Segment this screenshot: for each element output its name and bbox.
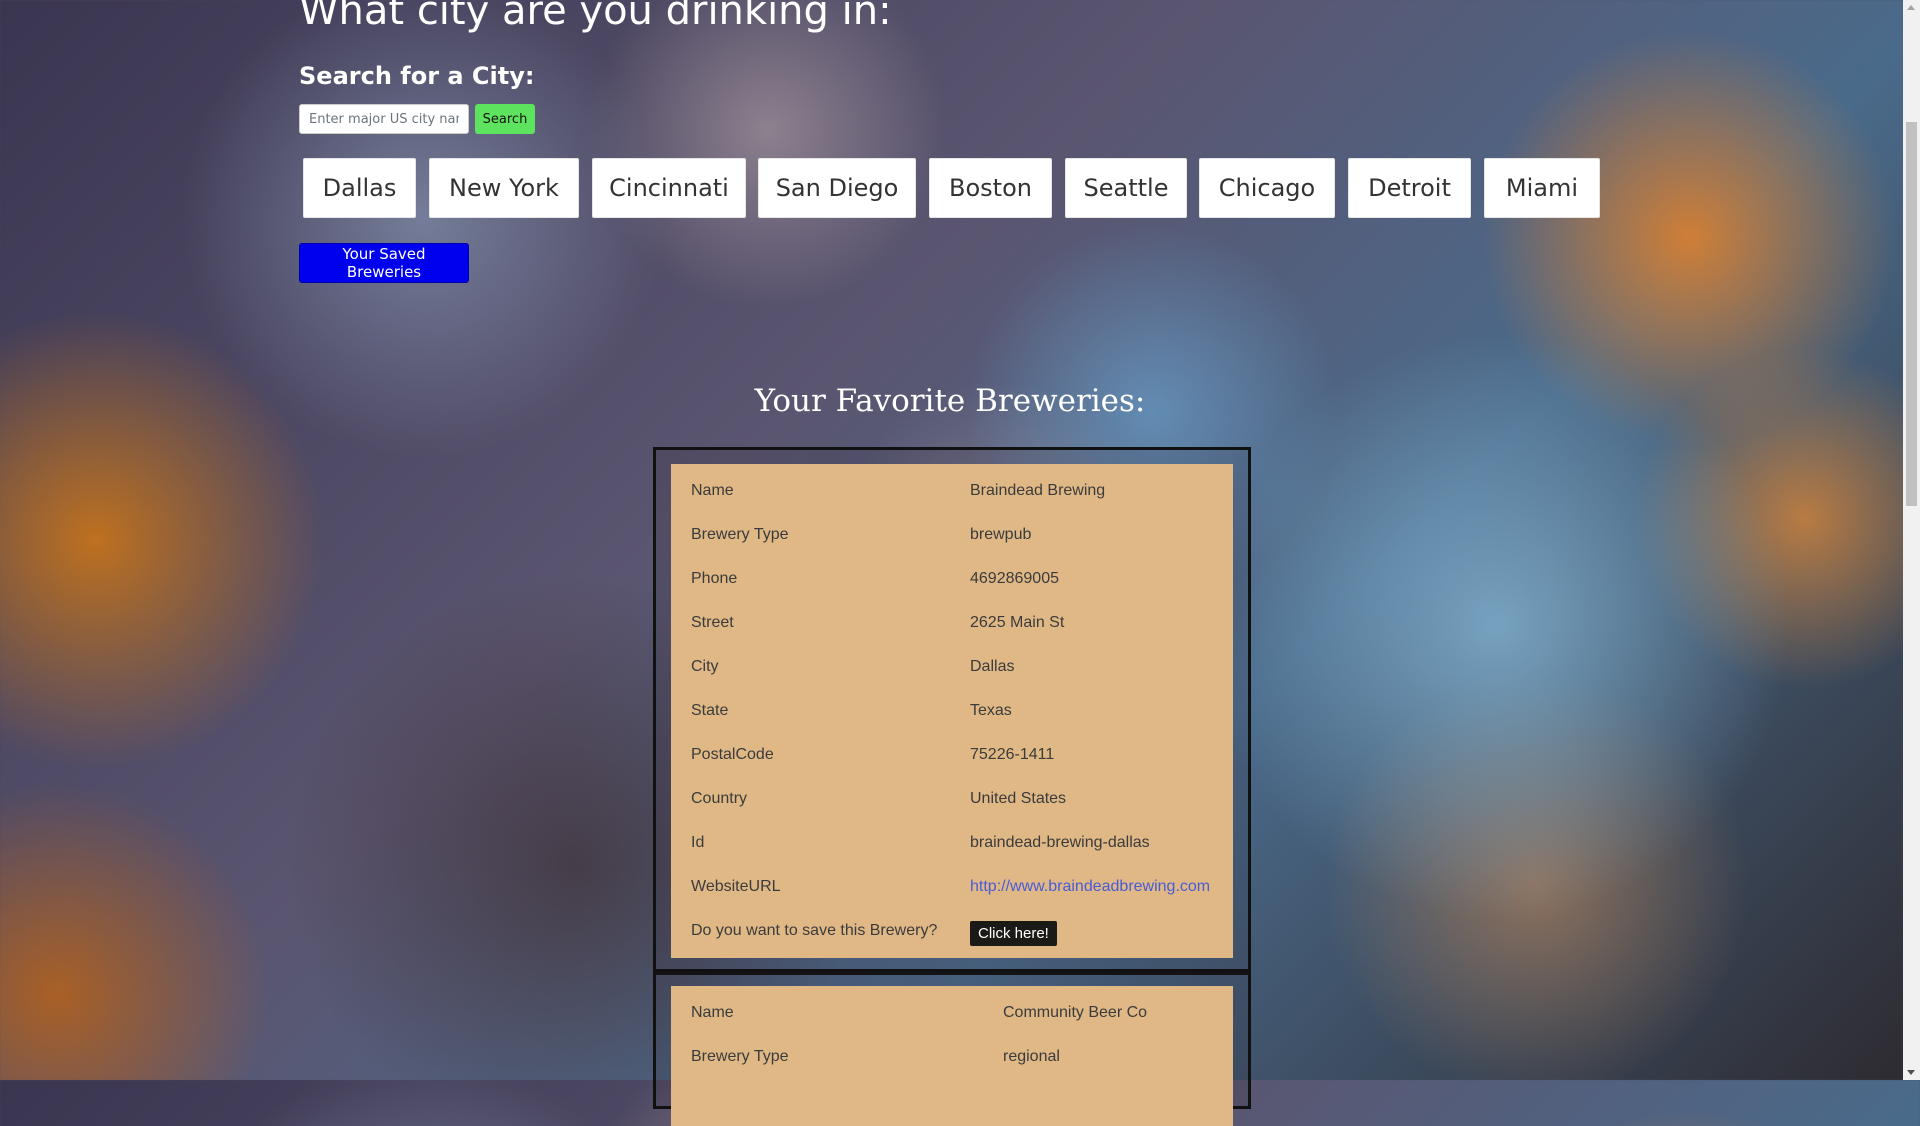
field-label: PostalCode	[691, 746, 774, 763]
brewery-postal: 75226-1411	[970, 746, 1055, 763]
save-prompt: Do you want to save this Brewery?	[691, 922, 938, 939]
brewery-row-website: WebsiteURL http://www.braindeadbrewing.c…	[691, 865, 1213, 909]
brewery-row-name: Name Community Beer Co	[691, 991, 1213, 1035]
brewery-type: regional	[1003, 1048, 1060, 1065]
brewery-row-save: Do you want to save this Brewery? Click …	[691, 909, 1213, 953]
field-label: Brewery Type	[691, 1048, 789, 1065]
brewery-id: braindead-brewing-dallas	[970, 834, 1150, 851]
brewery-type: brewpub	[970, 526, 1032, 543]
search-button[interactable]: Search	[475, 104, 535, 134]
field-label: Street	[691, 614, 734, 631]
brewery-row-id: Id braindead-brewing-dallas	[691, 821, 1213, 865]
brewery-state: Texas	[970, 702, 1012, 719]
brewery-row-type: Brewery Type brewpub	[691, 513, 1213, 557]
brewery-row-phone: Phone 4692869005	[691, 557, 1213, 601]
city-button-dallas[interactable]: Dallas	[303, 158, 416, 218]
brewery-country: United States	[970, 790, 1067, 807]
field-label: State	[691, 702, 729, 719]
search-label: Search for a City:	[299, 62, 535, 90]
brewery-row-postal: PostalCode 75226-1411	[691, 733, 1213, 777]
brewery-row-name: Name Braindead Brewing	[691, 469, 1213, 513]
field-label: Id	[691, 834, 705, 851]
brewery-row-type: Brewery Type regional	[691, 1035, 1213, 1079]
save-brewery-button[interactable]: Click here!	[970, 920, 1057, 946]
search-input[interactable]	[299, 104, 469, 134]
field-label: Name	[691, 1004, 734, 1021]
brewery-phone: 4692869005	[970, 570, 1059, 587]
brewery-card: Name Community Beer Co Brewery Type regi…	[653, 969, 1251, 1126]
brewery-website-link[interactable]: http://www.braindeadbrewing.com	[970, 878, 1210, 895]
field-label: Name	[691, 482, 734, 499]
brewery-row-city: City Dallas	[691, 645, 1213, 689]
city-button-chicago[interactable]: Chicago	[1199, 158, 1335, 218]
favorites-heading: Your Favorite Breweries:	[754, 383, 1146, 419]
brewery-details: Name Community Beer Co Brewery Type regi…	[671, 986, 1233, 1126]
city-button-san-diego[interactable]: San Diego	[758, 158, 916, 218]
city-button-boston[interactable]: Boston	[929, 158, 1052, 218]
scrollbar-thumb[interactable]	[1906, 122, 1917, 506]
brewery-name: Braindead Brewing	[970, 482, 1106, 499]
brewery-details: Name Braindead Brewing Brewery Type brew…	[671, 464, 1233, 958]
city-button-miami[interactable]: Miami	[1484, 158, 1600, 218]
brewery-row-state: State Texas	[691, 689, 1213, 733]
brewery-card: Name Braindead Brewing Brewery Type brew…	[653, 447, 1251, 975]
city-button-seattle[interactable]: Seattle	[1065, 158, 1187, 218]
field-label: Brewery Type	[691, 526, 789, 543]
page-scrollbar[interactable]	[1903, 0, 1920, 1080]
page-title: What city are you drinking in:	[299, 0, 892, 34]
saved-breweries-button[interactable]: Your Saved Breweries	[299, 243, 469, 283]
field-label: Phone	[691, 570, 738, 587]
brewery-name: Community Beer Co	[1003, 1004, 1148, 1021]
brewery-row-street: Street 2625 Main St	[691, 601, 1213, 645]
brewery-row-country: Country United States	[691, 777, 1213, 821]
field-label: City	[691, 658, 719, 675]
brewery-city: Dallas	[970, 658, 1015, 675]
scroll-up-arrow-icon[interactable]	[1907, 5, 1915, 10]
field-label: Country	[691, 790, 748, 807]
city-button-cincinnati[interactable]: Cincinnati	[592, 158, 746, 218]
scroll-down-arrow-icon[interactable]	[1907, 1070, 1915, 1075]
city-button-detroit[interactable]: Detroit	[1348, 158, 1471, 218]
field-label: WebsiteURL	[691, 878, 781, 895]
city-button-new-york[interactable]: New York	[429, 158, 579, 218]
brewery-street: 2625 Main St	[970, 614, 1065, 631]
